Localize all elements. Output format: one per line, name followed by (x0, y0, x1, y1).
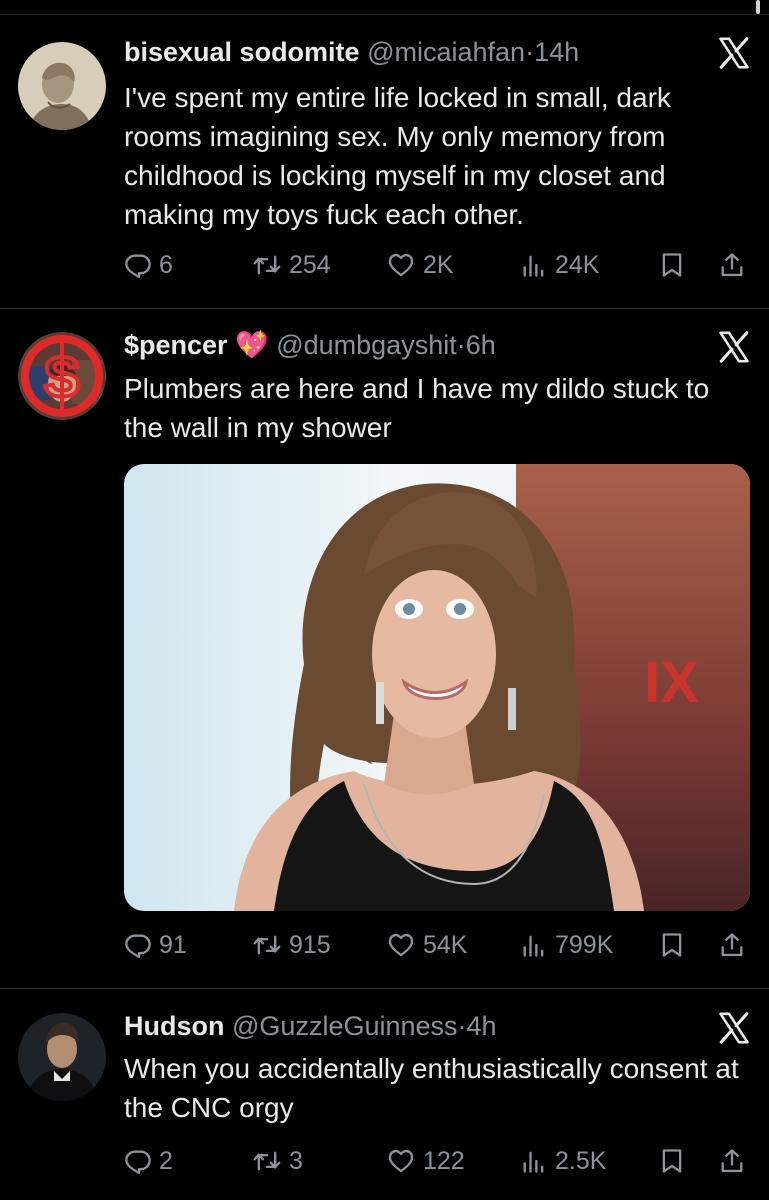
avatar[interactable] (18, 1013, 106, 1101)
share-icon (718, 931, 746, 959)
bookmark-icon (658, 1147, 686, 1175)
x-logo-icon (717, 330, 751, 364)
reply-button[interactable]: 6 (124, 249, 173, 281)
avatar-portrait-image (18, 42, 106, 130)
views-button[interactable]: 799K (520, 929, 613, 961)
timestamp[interactable]: 4h (467, 1011, 497, 1041)
handle[interactable]: @micaiahfan (367, 37, 525, 67)
tweet-header: $pencer 💖 @dumbgayshit·6h (124, 329, 496, 361)
like-count: 54K (423, 930, 468, 959)
tweet-text: Plumbers are here and I have my dildo st… (124, 373, 710, 443)
tweet-divider (0, 988, 769, 989)
like-button[interactable]: 2K (386, 249, 454, 281)
views-icon (520, 1147, 548, 1175)
separator-dot: · (457, 1011, 467, 1041)
x-logo-icon (717, 36, 751, 70)
repost-count: 3 (289, 1146, 303, 1175)
separator-dot: · (456, 330, 466, 360)
reply-count: 91 (159, 930, 187, 959)
bookmark-icon (658, 931, 686, 959)
like-button[interactable]: 54K (386, 929, 467, 961)
like-count: 122 (423, 1146, 465, 1175)
action-bar: 6 254 2K 24K (124, 249, 750, 281)
repost-icon (252, 1147, 282, 1175)
repost-button[interactable]: 915 (252, 929, 331, 961)
tweet-divider (0, 308, 769, 309)
photo-woman-curly-hair: IX (124, 464, 750, 911)
views-button[interactable]: 24K (520, 249, 599, 281)
x-logo-icon (717, 1011, 751, 1045)
reply-count: 2 (159, 1146, 173, 1175)
views-icon (520, 251, 548, 279)
display-name[interactable]: Hudson (124, 1011, 225, 1041)
handle[interactable]: @dumbgayshit (276, 330, 457, 360)
repost-count: 915 (289, 930, 331, 959)
bookmark-icon (658, 251, 686, 279)
background-sign-text: IX (644, 650, 699, 715)
avatar[interactable] (18, 42, 106, 130)
tweet-header: bisexual sodomite @micaiahfan·14h (124, 36, 579, 68)
repost-count: 254 (289, 250, 331, 279)
repost-icon (252, 931, 282, 959)
timestamp[interactable]: 14h (534, 37, 579, 67)
media-image[interactable]: IX (124, 464, 750, 911)
share-icon (718, 251, 746, 279)
action-bar: 2 3 122 2.5K (124, 1145, 750, 1177)
like-icon (386, 931, 416, 959)
top-divider (0, 14, 769, 15)
repost-icon (252, 251, 282, 279)
tweet-text: I've spent my entire life locked in smal… (124, 82, 671, 230)
bookmark-button[interactable] (658, 249, 686, 281)
views-count: 24K (555, 250, 600, 279)
separator-dot: · (525, 37, 535, 67)
like-button[interactable]: 122 (386, 1145, 465, 1177)
like-icon (386, 1147, 416, 1175)
sparkling-heart-emoji: 💖 (235, 330, 269, 360)
views-icon (520, 931, 548, 959)
like-count: 2K (423, 250, 454, 279)
share-button[interactable] (718, 249, 746, 281)
display-name[interactable]: bisexual sodomite (124, 37, 360, 67)
avatar[interactable]: S (18, 332, 106, 420)
tweet-text: When you accidentally enthusiastically c… (124, 1053, 739, 1123)
reply-count: 6 (159, 250, 173, 279)
avatar-dollar-image: S (18, 332, 106, 420)
action-bar: 91 915 54K 799K (124, 929, 750, 961)
reply-icon (124, 251, 152, 279)
repost-button[interactable]: 254 (252, 249, 331, 281)
display-name[interactable]: $pencer (124, 330, 228, 360)
share-button[interactable] (718, 1145, 746, 1177)
views-count: 2.5K (555, 1146, 607, 1175)
timestamp[interactable]: 6h (466, 330, 496, 360)
bookmark-button[interactable] (658, 1145, 686, 1177)
views-button[interactable]: 2.5K (520, 1145, 606, 1177)
share-icon (718, 1147, 746, 1175)
bookmark-button[interactable] (658, 929, 686, 961)
scrollbar[interactable] (756, 0, 760, 14)
handle[interactable]: @GuzzleGuinness (232, 1011, 458, 1041)
reply-button[interactable]: 91 (124, 929, 187, 961)
reply-button[interactable]: 2 (124, 1145, 173, 1177)
reply-icon (124, 931, 152, 959)
share-button[interactable] (718, 929, 746, 961)
avatar-portrait-painting (18, 1013, 106, 1101)
tweet-header: Hudson @GuzzleGuinness·4h (124, 1010, 497, 1042)
like-icon (386, 251, 416, 279)
reply-icon (124, 1147, 152, 1175)
views-count: 799K (555, 930, 614, 959)
repost-button[interactable]: 3 (252, 1145, 303, 1177)
